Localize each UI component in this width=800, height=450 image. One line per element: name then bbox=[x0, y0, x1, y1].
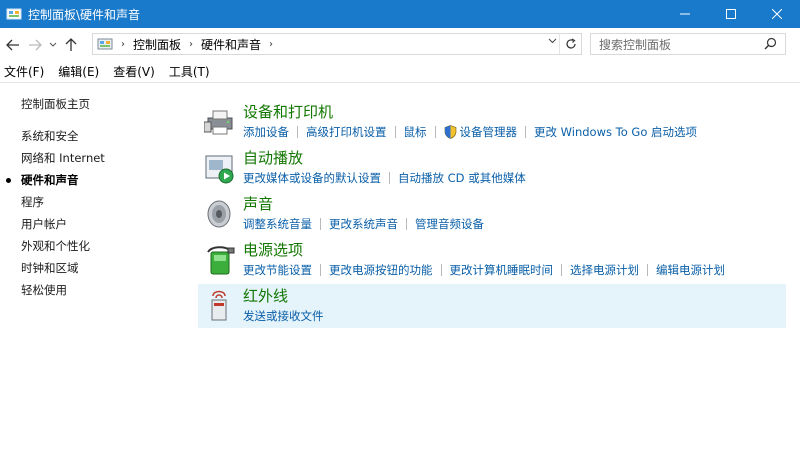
link-divider bbox=[389, 172, 390, 184]
category-title[interactable]: 设备和打印机 bbox=[243, 101, 333, 122]
link-change-media-defaults[interactable]: 更改媒体或设备的默认设置 bbox=[243, 170, 381, 186]
sidebar-item-network-internet[interactable]: 网络和 Internet bbox=[21, 150, 105, 166]
maximize-button[interactable] bbox=[708, 0, 754, 28]
link-manage-audio-devices[interactable]: 管理音频设备 bbox=[415, 216, 484, 232]
category-title[interactable]: 自动播放 bbox=[243, 147, 303, 168]
speaker-icon bbox=[204, 198, 236, 230]
menu-bar: 文件(F) 编辑(E) 查看(V) 工具(T) bbox=[0, 61, 800, 83]
breadcrumb-item-control-panel[interactable]: 控制面板 bbox=[133, 36, 181, 53]
sidebar-item-user-accounts[interactable]: 用户帐户 bbox=[21, 216, 67, 232]
link-change-power-saving[interactable]: 更改节能设置 bbox=[243, 262, 312, 278]
category-sound: 声音 调整系统音量 更改系统声音 管理音频设备 bbox=[198, 192, 786, 236]
search-icon[interactable] bbox=[764, 37, 777, 53]
link-edit-power-plan[interactable]: 编辑电源计划 bbox=[656, 262, 725, 278]
link-choose-power-plan[interactable]: 选择电源计划 bbox=[570, 262, 639, 278]
link-divider bbox=[440, 264, 442, 276]
search-placeholder: 搜索控制面板 bbox=[599, 37, 672, 52]
link-adjust-volume[interactable]: 调整系统音量 bbox=[243, 216, 312, 232]
refresh-icon bbox=[565, 38, 576, 49]
breadcrumb-separator-icon: › bbox=[121, 38, 125, 50]
link-device-manager[interactable]: 设备管理器 bbox=[460, 124, 518, 140]
address-bar: › 控制面板 › 硬件和声音 › 搜索控制面板 bbox=[0, 28, 800, 61]
control-panel-icon bbox=[97, 37, 113, 51]
link-divider bbox=[320, 218, 321, 230]
link-change-system-sounds[interactable]: 更改系统声音 bbox=[329, 216, 398, 232]
title-bar: 控制面板\硬件和声音 bbox=[0, 0, 800, 28]
menu-view[interactable]: 查看(V) bbox=[113, 63, 155, 80]
sidebar-item-programs[interactable]: 程序 bbox=[21, 194, 44, 210]
forward-button[interactable] bbox=[24, 34, 46, 56]
uac-shield-icon bbox=[444, 125, 457, 139]
category-infrared[interactable]: 红外线 发送或接收文件 bbox=[198, 284, 786, 328]
category-title[interactable]: 红外线 bbox=[243, 285, 288, 306]
link-mouse[interactable]: 鼠标 bbox=[404, 124, 427, 140]
power-options-icon bbox=[204, 244, 236, 276]
sidebar-item-system-security[interactable]: 系统和安全 bbox=[21, 128, 79, 144]
printer-icon bbox=[203, 106, 236, 138]
link-divider bbox=[297, 126, 298, 138]
category-devices-printers: 设备和打印机 添加设备 高级打印机设置 鼠标 设备管理器 更改 Windows … bbox=[198, 100, 786, 144]
autoplay-icon bbox=[204, 152, 236, 184]
link-advanced-printer-setup[interactable]: 高级打印机设置 bbox=[306, 124, 387, 140]
menu-tools[interactable]: 工具(T) bbox=[169, 63, 210, 80]
minimize-button[interactable] bbox=[662, 0, 708, 28]
back-button[interactable] bbox=[2, 34, 24, 56]
breadcrumb-item-hardware-sound[interactable]: 硬件和声音 bbox=[201, 36, 261, 53]
category-autoplay: 自动播放 更改媒体或设备的默认设置 自动播放 CD 或其他媒体 bbox=[198, 146, 786, 190]
up-button[interactable] bbox=[60, 34, 82, 56]
link-divider bbox=[320, 264, 321, 276]
sidebar-item-control-panel-home[interactable]: 控制面板主页 bbox=[21, 96, 90, 112]
link-divider bbox=[525, 126, 526, 138]
refresh-button[interactable] bbox=[559, 34, 581, 54]
current-page-bullet-icon bbox=[6, 178, 11, 183]
back-arrow-icon bbox=[6, 39, 19, 50]
link-power-button-function[interactable]: 更改电源按钮的功能 bbox=[329, 262, 433, 278]
up-arrow-icon bbox=[65, 37, 77, 51]
menu-file[interactable]: 文件(F) bbox=[4, 63, 44, 80]
menu-edit[interactable]: 编辑(E) bbox=[58, 63, 99, 80]
infrared-icon bbox=[204, 290, 236, 322]
link-sleep-time[interactable]: 更改计算机睡眠时间 bbox=[450, 262, 554, 278]
sidebar-item-appearance[interactable]: 外观和个性化 bbox=[21, 238, 90, 254]
sidebar-item-hardware-sound: 硬件和声音 bbox=[21, 173, 79, 187]
close-button[interactable] bbox=[754, 0, 800, 28]
category-title[interactable]: 声音 bbox=[243, 193, 273, 214]
link-divider bbox=[647, 264, 648, 276]
link-add-device[interactable]: 添加设备 bbox=[243, 124, 289, 140]
link-divider bbox=[434, 126, 436, 138]
sidebar-item-clock-region[interactable]: 时钟和区域 bbox=[21, 260, 79, 276]
link-windows-to-go[interactable]: 更改 Windows To Go 启动选项 bbox=[534, 124, 697, 140]
link-autoplay-cd[interactable]: 自动播放 CD 或其他媒体 bbox=[398, 170, 526, 186]
search-input[interactable]: 搜索控制面板 bbox=[590, 33, 786, 55]
category-title[interactable]: 电源选项 bbox=[243, 239, 303, 260]
sidebar-item-ease-of-access[interactable]: 轻松使用 bbox=[21, 282, 67, 298]
breadcrumb[interactable]: › 控制面板 › 硬件和声音 › bbox=[92, 33, 582, 55]
link-divider bbox=[561, 264, 562, 276]
control-panel-icon bbox=[6, 6, 22, 22]
link-divider bbox=[394, 126, 396, 138]
breadcrumb-separator-icon: › bbox=[189, 38, 194, 50]
breadcrumb-separator-icon: › bbox=[269, 38, 274, 50]
address-dropdown-button[interactable] bbox=[548, 36, 557, 47]
link-divider bbox=[406, 218, 407, 230]
sidebar: 控制面板主页 系统和安全 网络和 Internet 硬件和声音 程序 用户帐户 … bbox=[0, 84, 190, 450]
category-power-options: 电源选项 更改节能设置 更改电源按钮的功能 更改计算机睡眠时间 选择电源计划 编… bbox=[198, 238, 786, 282]
window-title: 控制面板\硬件和声音 bbox=[28, 7, 141, 22]
chevron-down-icon bbox=[548, 38, 557, 44]
link-send-receive-files[interactable]: 发送或接收文件 bbox=[243, 308, 324, 324]
recent-locations-button[interactable] bbox=[46, 34, 60, 56]
forward-arrow-icon bbox=[29, 39, 42, 50]
chevron-down-icon bbox=[49, 42, 57, 47]
